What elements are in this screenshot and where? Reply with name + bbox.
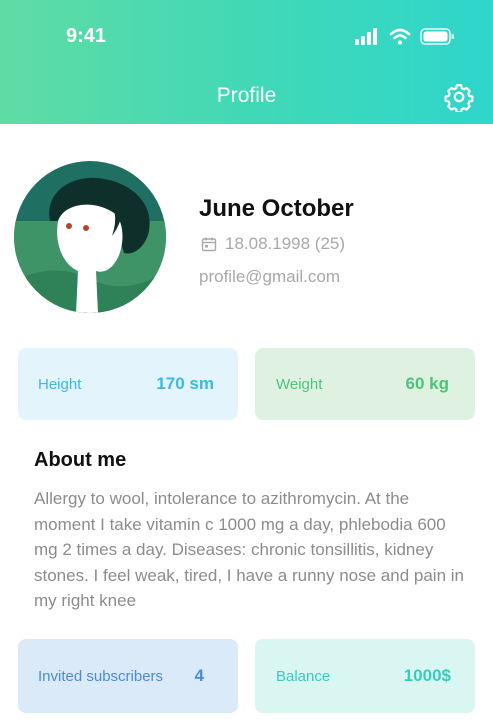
balance-value: 1000$ [403,666,451,685]
birth-date-row: 18.08.1998 (25) [201,233,345,255]
balance-card[interactable]: Balance 1000$ [255,639,475,713]
wifi-icon [389,28,411,45]
invited-label: Invited subscribers [38,667,164,685]
about-title: About me [34,449,127,471]
status-time: 9:41 [66,25,107,47]
profile-name: June October [199,195,354,222]
about-text: Allergy to wool, intolerance to azithrom… [34,489,464,610]
height-card[interactable]: Height 170 sm [18,348,238,420]
header-bar: 9:41 Profile [0,0,493,124]
battery-icon [420,28,454,45]
settings-button[interactable] [444,82,474,114]
height-label: Height [38,375,82,393]
gear-icon [444,84,474,114]
avatar[interactable] [14,161,166,313]
status-icons [355,27,455,47]
signal-icon [355,28,377,45]
weight-value: 60 kg [405,374,449,393]
weight-label: Weight [276,375,323,393]
avatar-illustration [14,161,166,313]
invited-value: 4 [194,666,204,685]
profile-email: profile@gmail.com [199,267,341,286]
birth-date: 18.08.1998 (25) [225,234,346,253]
invited-subscribers-card[interactable]: Invited subscribers 4 [18,639,238,713]
calendar-icon [201,237,217,252]
page-title: Profile [216,84,277,107]
balance-label: Balance [276,667,331,685]
weight-card[interactable]: Weight 60 kg [255,348,475,420]
profile-screen: 9:41 Profile June October 18.08.1998 (25… [0,0,493,727]
height-value: 170 sm [156,374,214,393]
